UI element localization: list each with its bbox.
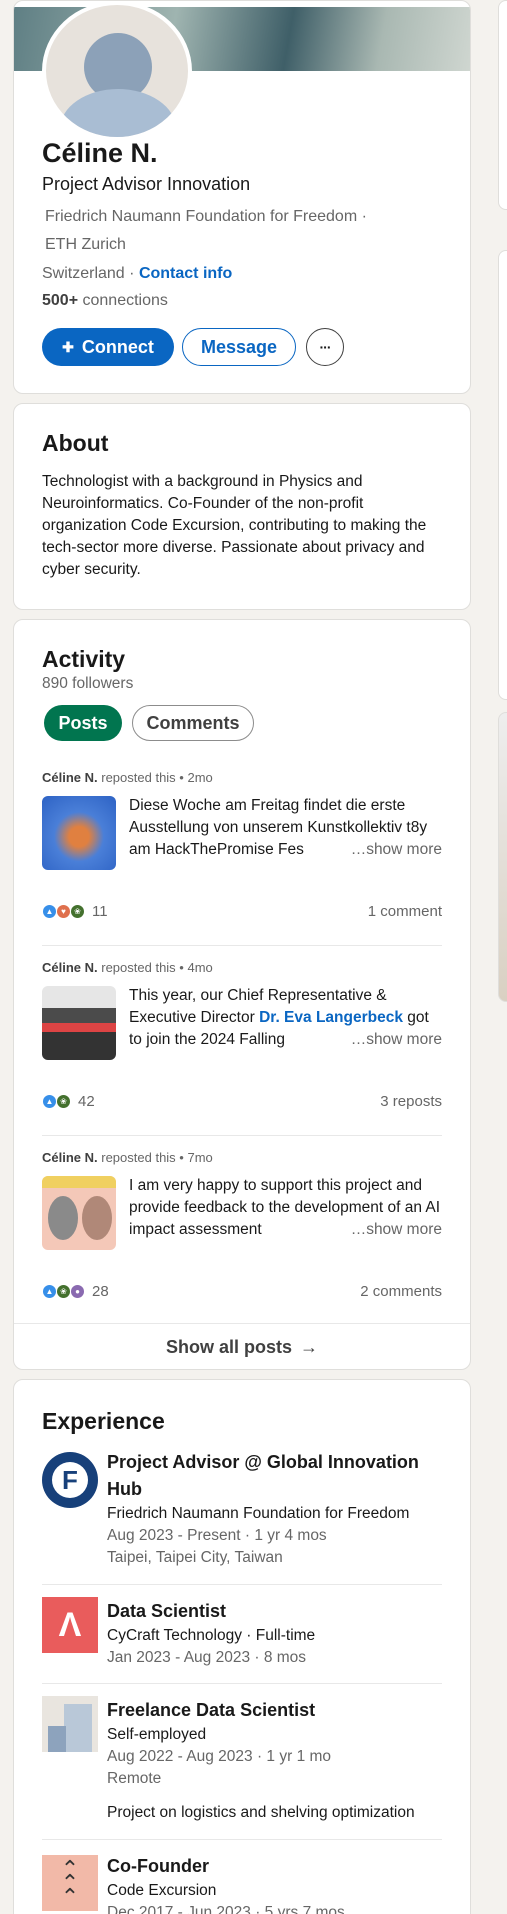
- divider: [42, 1135, 442, 1136]
- show-more-link[interactable]: …show more: [344, 1219, 442, 1241]
- experience-dates: Jan 2023 - Aug 2023 · 8 mos: [107, 1649, 307, 1666]
- experience-company: Self-employed: [107, 1726, 207, 1743]
- mention-link[interactable]: Dr. Eva Langerbeck: [259, 1009, 403, 1026]
- location-separator: ·: [129, 265, 135, 282]
- experience-company: CyCraft Technology · Full-time: [107, 1627, 316, 1644]
- experience-location: Taipei, Taipei City, Taiwan: [107, 1549, 283, 1566]
- avatar[interactable]: [42, 1, 192, 141]
- post-thumbnail[interactable]: [42, 986, 116, 1060]
- reactions-count: 28: [92, 1283, 109, 1300]
- experience-company: Friedrich Naumann Foundation for Freedom: [107, 1505, 410, 1522]
- experience-dates: Aug 2023 - Present · 1 yr 4 mos: [107, 1527, 327, 1544]
- about-text: Technologist with a background in Physic…: [42, 473, 427, 578]
- experience-title-text: Co-Founder: [107, 1856, 209, 1876]
- support-reaction-icon: ❀: [56, 1094, 71, 1109]
- post-action: reposted this: [101, 770, 176, 785]
- avatar-body-icon: [60, 89, 176, 137]
- side-card-peek: [498, 0, 507, 210]
- show-all-label: Show all posts: [165, 1336, 293, 1357]
- add-person-icon: ✚: [62, 338, 74, 355]
- activity-card: Activity 890 followers Posts Comments Cé…: [13, 619, 471, 1370]
- support-reaction-icon: ❀: [56, 1284, 71, 1299]
- post-thumbnail[interactable]: [42, 796, 116, 870]
- like-reaction-icon: ▲: [42, 904, 57, 919]
- show-all-posts-button[interactable]: Show all posts →: [14, 1324, 470, 1369]
- fnf-logo-icon: F: [42, 1452, 98, 1508]
- experience-title: Experience: [42, 1408, 165, 1434]
- profile-location: Switzerland: [42, 265, 125, 282]
- profile-name: Céline N.: [42, 138, 158, 168]
- post-time: 2mo: [187, 770, 213, 785]
- contact-info-link[interactable]: Contact info: [139, 265, 232, 282]
- show-more-link[interactable]: …show more: [344, 1029, 442, 1051]
- more-options-button[interactable]: ···: [306, 328, 344, 366]
- experience-description: Project on logistics and shelving optimi…: [107, 1804, 415, 1821]
- arrow-right-icon: →: [300, 1336, 319, 1357]
- org-separator: ·: [361, 208, 367, 225]
- experience-dates: Aug 2022 - Aug 2023 · 1 yr 1 mo: [107, 1748, 332, 1765]
- more-icon: ···: [319, 339, 332, 355]
- divider: [42, 1839, 442, 1840]
- like-reaction-icon: ▲: [42, 1094, 57, 1109]
- connections-count: 500+: [42, 292, 79, 309]
- about-card: About Technologist with a background in …: [13, 403, 471, 610]
- post-author[interactable]: Céline N.: [42, 960, 98, 975]
- show-more-link[interactable]: …show more: [344, 839, 442, 861]
- experience-card: Experience F Project Advisor @ Global In…: [13, 1379, 471, 1914]
- post-action: reposted this: [101, 1150, 176, 1165]
- profile-card: Céline N. Project Advisor Innovation Fri…: [13, 0, 471, 394]
- post-action: reposted this: [101, 960, 176, 975]
- company-placeholder-icon: [42, 1696, 98, 1752]
- like-reaction-icon: ▲: [42, 1284, 57, 1299]
- reactions-count: 11: [92, 903, 108, 920]
- side-card-peek: [498, 250, 507, 700]
- connect-label: Connect: [81, 336, 154, 357]
- support-reaction-icon: ❀: [70, 904, 85, 919]
- experience-dates: Dec 2017 - Jun 2023 · 5 yrs 7 mos: [107, 1904, 345, 1914]
- divider: [42, 1584, 442, 1585]
- post-author[interactable]: Céline N.: [42, 770, 98, 785]
- post-stat[interactable]: 2 comments: [360, 1283, 442, 1300]
- experience-location: Remote: [107, 1770, 162, 1787]
- insightful-reaction-icon: ●: [70, 1284, 85, 1299]
- experience-title-text: Data Scientist: [107, 1601, 227, 1621]
- experience-title-text: Freelance Data Scientist: [107, 1700, 316, 1720]
- reactions-count: 42: [78, 1093, 95, 1110]
- cycraft-logo-icon: Λ: [42, 1597, 98, 1653]
- org-education[interactable]: ETH Zurich: [45, 236, 126, 253]
- post-time: 4mo: [187, 960, 213, 975]
- code-excursion-logo-icon: ⌃ ⌃ ⌃: [42, 1855, 98, 1911]
- connect-button[interactable]: ✚ Connect: [42, 328, 174, 366]
- post-stat[interactable]: 1 comment: [368, 903, 442, 920]
- connections-label: connections: [82, 292, 168, 309]
- experience-title-text: Project Advisor @ Global Innovation Hub: [107, 1452, 419, 1499]
- tab-posts[interactable]: Posts: [44, 705, 122, 741]
- profile-headline: Project Advisor Innovation: [42, 174, 251, 194]
- post-stat[interactable]: 3 reposts: [380, 1093, 442, 1110]
- love-reaction-icon: ♥: [56, 904, 71, 919]
- experience-company: Code Excursion: [107, 1882, 217, 1899]
- reactions-summary[interactable]: ▲ ♥ ❀ 11: [42, 903, 108, 920]
- divider: [42, 1683, 442, 1684]
- post-author[interactable]: Céline N.: [42, 1150, 98, 1165]
- post-time: 7mo: [187, 1150, 213, 1165]
- side-card-peek: [498, 712, 507, 1002]
- post-text[interactable]: Diese Woche am Freitag findet die erste …: [129, 795, 442, 861]
- reactions-summary[interactable]: ▲ ❀ 42: [42, 1093, 95, 1110]
- message-button[interactable]: Message: [182, 328, 296, 366]
- followers-count: 890 followers: [42, 675, 134, 692]
- post-text[interactable]: I am very happy to support this project …: [129, 1175, 442, 1241]
- org-current[interactable]: Friedrich Naumann Foundation for Freedom: [45, 208, 357, 225]
- activity-title: Activity: [42, 646, 126, 672]
- post-thumbnail[interactable]: [42, 1176, 116, 1250]
- reactions-summary[interactable]: ▲ ❀ ● 28: [42, 1283, 109, 1300]
- tab-comments[interactable]: Comments: [132, 705, 254, 741]
- about-title: About: [42, 430, 109, 456]
- post-text[interactable]: This year, our Chief Representative & Ex…: [129, 985, 442, 1051]
- divider: [42, 945, 442, 946]
